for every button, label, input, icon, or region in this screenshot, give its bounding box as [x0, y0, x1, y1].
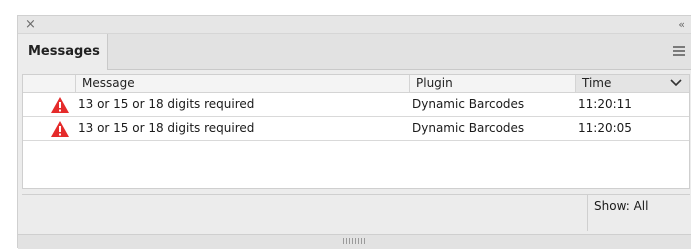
table-row[interactable]: 13 or 15 or 18 digits required Dynamic B…: [23, 93, 689, 117]
messages-table: Message Plugin Time 13 or 15 or 18 digit…: [22, 74, 690, 189]
panel-footer: Show: All: [22, 194, 690, 231]
panel-menu-icon[interactable]: [673, 46, 685, 56]
tab-bar: Messages: [18, 34, 691, 70]
row-time: 11:20:05: [578, 121, 632, 135]
grip-icon: [343, 238, 367, 244]
table-row[interactable]: 13 or 15 or 18 digits required Dynamic B…: [23, 117, 689, 141]
messages-panel: × ‹‹ Messages Message Plugin Time 13 or …: [17, 15, 691, 249]
message-detail-area: [22, 195, 588, 231]
show-filter-dropdown[interactable]: Show: All: [594, 199, 648, 213]
row-message: 13 or 15 or 18 digits required: [78, 121, 255, 135]
column-header-message[interactable]: Message: [75, 75, 409, 92]
warning-icon: [50, 96, 70, 114]
row-plugin: Dynamic Barcodes: [412, 121, 525, 135]
tab-messages[interactable]: Messages: [18, 34, 108, 70]
collapse-icon[interactable]: ‹‹: [678, 17, 685, 32]
table-header: Message Plugin Time: [23, 75, 689, 93]
chevron-down-icon[interactable]: [670, 78, 682, 88]
row-time: 11:20:11: [578, 97, 632, 111]
column-header-time-label: Time: [582, 76, 612, 90]
column-header-time[interactable]: Time: [575, 75, 689, 92]
column-header-plugin[interactable]: Plugin: [409, 75, 575, 92]
column-header-icon[interactable]: [23, 75, 75, 92]
row-plugin: Dynamic Barcodes: [412, 97, 525, 111]
close-icon[interactable]: ×: [25, 17, 36, 32]
panel-title-bar: × ‹‹: [18, 16, 691, 34]
warning-icon: [50, 120, 70, 138]
row-message: 13 or 15 or 18 digits required: [78, 97, 255, 111]
resize-handle[interactable]: [18, 234, 691, 249]
